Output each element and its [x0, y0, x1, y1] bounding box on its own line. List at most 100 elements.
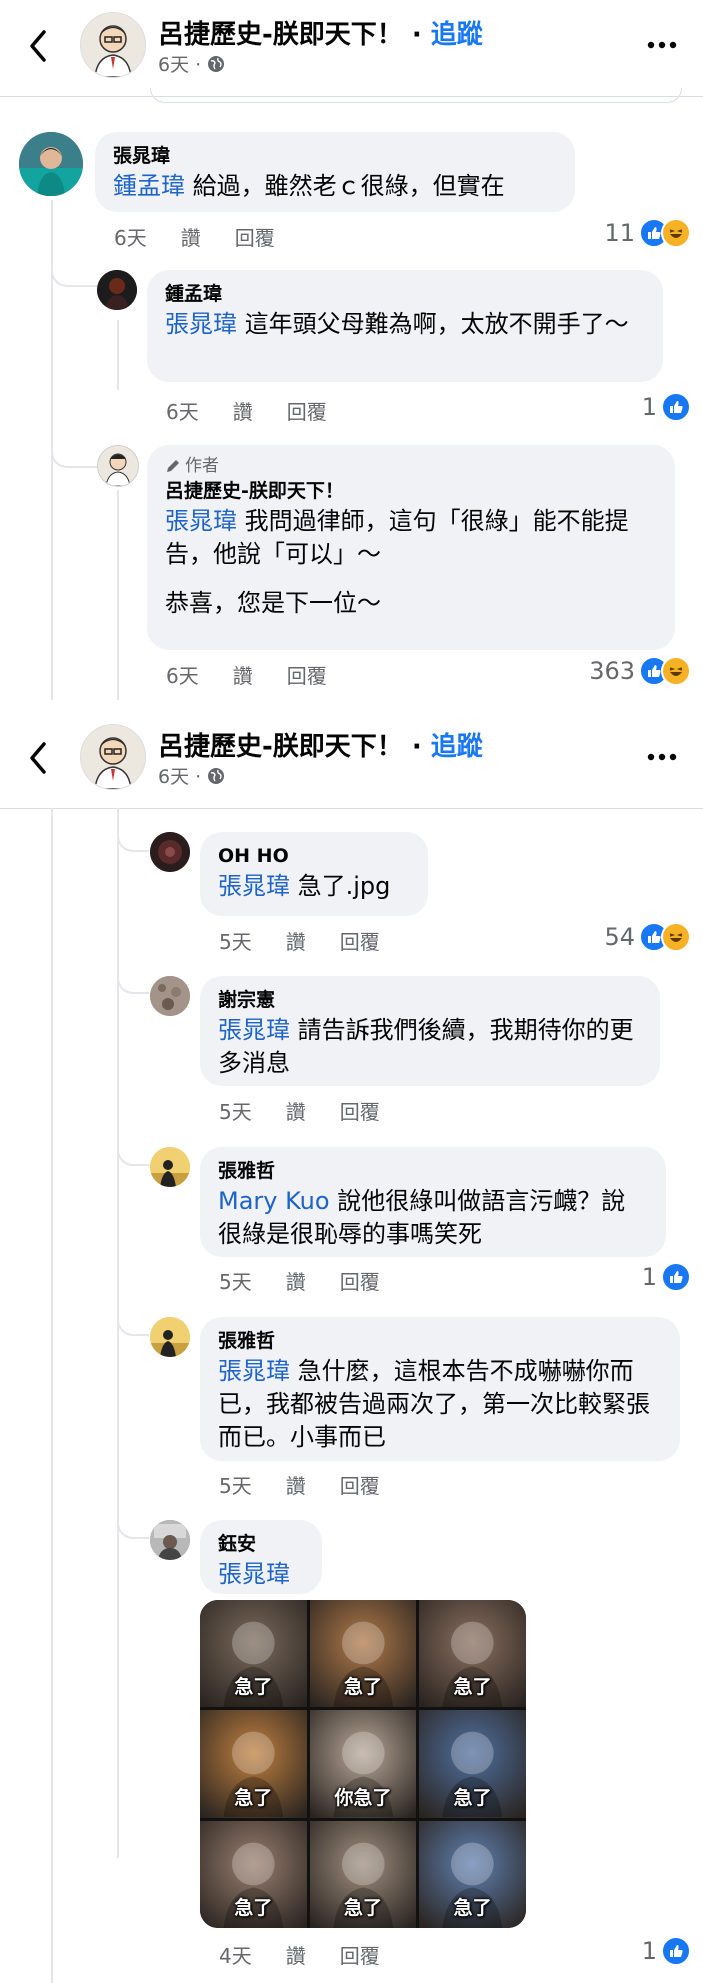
meme-panel: 急了 — [309, 1820, 417, 1928]
reply-button[interactable]: 回覆 — [287, 400, 327, 424]
avatar[interactable] — [150, 1520, 190, 1560]
reaction-count: 11 — [604, 219, 635, 247]
back-arrow-icon[interactable] — [24, 738, 52, 778]
globe-icon — [208, 56, 225, 72]
page-name[interactable]: 呂捷歷史-朕即天下！ — [158, 20, 403, 50]
meme-caption: 急了 — [453, 1897, 492, 1919]
comment-bubble: 張雅哲 Mary Kuo 說他很綠叫做語言污衊？說很綠是很恥辱的事嗎笑死 — [200, 1147, 666, 1257]
like-button[interactable]: 讚 — [286, 1100, 306, 1124]
mention-link[interactable]: 張晁瑋 — [218, 1560, 290, 1588]
meme-caption: 急了 — [234, 1897, 273, 1919]
comment-meta: 6天 讚 回覆 — [114, 222, 309, 251]
comment-time: 5天 — [219, 930, 252, 954]
reaction-summary[interactable]: 1 — [642, 392, 691, 422]
page-avatar[interactable] — [80, 724, 146, 790]
reaction-summary[interactable]: 1 — [642, 1936, 691, 1966]
mention-link[interactable]: 張晁瑋 — [218, 872, 290, 900]
comment-author[interactable]: 張雅哲 — [218, 1157, 648, 1185]
page-avatar[interactable] — [80, 12, 146, 78]
meme-image[interactable]: 急了 急了 急了 急了 你急了 急了 急了 急了 急了 — [200, 1600, 526, 1928]
avatar[interactable] — [97, 270, 137, 310]
like-reaction-icon — [661, 1262, 691, 1292]
back-arrow-icon[interactable] — [24, 26, 52, 66]
like-button[interactable]: 讚 — [233, 400, 253, 424]
comment-author[interactable]: 張晁瑋 — [113, 142, 557, 170]
like-button[interactable]: 讚 — [286, 1944, 306, 1968]
comment-time: 5天 — [219, 1100, 252, 1124]
comment-author[interactable]: 鍾孟瑋 — [165, 280, 645, 308]
follow-button[interactable]: 追蹤 — [431, 20, 483, 50]
reply-button[interactable]: 回覆 — [340, 1100, 380, 1124]
follow-button[interactable]: 追蹤 — [431, 732, 483, 762]
reply-button[interactable]: 回覆 — [340, 1944, 380, 1968]
mention-link[interactable]: 張晁瑋 — [218, 1016, 290, 1044]
meme-caption: 急了 — [343, 1897, 382, 1919]
reply-button[interactable]: 回覆 — [235, 226, 275, 250]
meme-caption: 急了 — [343, 1676, 382, 1699]
post-time: 6天 · — [158, 50, 225, 77]
comment-text: 張晁瑋 急什麼，這根本告不成嚇嚇你而已，我都被告過兩次了，第一次比較緊張而已。小… — [218, 1357, 650, 1451]
like-button[interactable]: 讚 — [286, 1474, 306, 1498]
more-options-icon[interactable] — [645, 742, 679, 772]
like-button[interactable]: 讚 — [286, 930, 306, 954]
thread-branch — [117, 1302, 149, 1336]
mention-link[interactable]: Mary Kuo — [218, 1187, 330, 1215]
reply-button[interactable]: 回覆 — [340, 930, 380, 954]
reaction-summary[interactable]: 54 — [604, 922, 691, 952]
comment-author[interactable]: 鈺安 — [218, 1530, 304, 1558]
reaction-count: 1 — [641, 393, 657, 421]
comment-time: 6天 — [166, 664, 199, 688]
page-name[interactable]: 呂捷歷史-朕即天下！ — [158, 732, 403, 762]
mention-link[interactable]: 張晁瑋 — [165, 507, 237, 535]
post-header: 呂捷歷史-朕即天下！ · 追蹤 6天 · — [0, 0, 703, 96]
comment-text: 張晁瑋 我問過律師，這句「很綠」能不能提告，他說「可以」～ — [165, 507, 629, 568]
avatar[interactable] — [150, 1317, 190, 1357]
thread-line — [117, 320, 119, 390]
comment-time: 6天 — [166, 400, 199, 424]
like-button[interactable]: 讚 — [286, 1270, 306, 1294]
pencil-icon — [167, 460, 179, 472]
avatar[interactable] — [150, 832, 190, 872]
avatar[interactable] — [150, 1147, 190, 1187]
comment-author[interactable]: 張雅哲 — [218, 1327, 662, 1355]
mention-link[interactable]: 張晁瑋 — [165, 310, 237, 338]
avatar[interactable] — [97, 445, 139, 487]
mention-link[interactable]: 張晁瑋 — [218, 1357, 290, 1385]
avatar[interactable] — [150, 976, 190, 1016]
comment-author[interactable]: 呂捷歷史-朕即天下！ — [165, 477, 657, 505]
thread-branch — [51, 255, 97, 287]
comment-author[interactable]: 謝宗憲 — [218, 986, 642, 1014]
reaction-summary[interactable]: 11 — [604, 218, 691, 248]
globe-icon — [208, 768, 225, 784]
meme-caption: 急了 — [234, 1786, 273, 1809]
thread-branch — [117, 1132, 149, 1166]
more-options-icon[interactable] — [645, 30, 679, 60]
meme-panel: 急了 — [200, 1820, 307, 1928]
comment-meta: 5天 讚 回覆 — [219, 1096, 414, 1125]
like-button[interactable]: 讚 — [181, 226, 201, 250]
avatar[interactable] — [19, 132, 83, 196]
comment-text: 張晁瑋 急了.jpg — [218, 872, 391, 900]
reply-button[interactable]: 回覆 — [287, 664, 327, 688]
reaction-summary[interactable]: 363 — [589, 656, 691, 686]
like-button[interactable]: 讚 — [233, 664, 253, 688]
comment-text: 鍾孟瑋 給過，雖然老ｃ很綠，但實在 — [113, 172, 505, 200]
meme-panel: 急了 — [200, 1710, 307, 1818]
reaction-count: 54 — [604, 923, 635, 951]
reaction-summary[interactable]: 1 — [642, 1262, 691, 1292]
meme-panel: 你急了 — [309, 1710, 417, 1818]
post-header: 呂捷歷史-朕即天下！ · 追蹤 6天 · — [0, 712, 703, 808]
like-reaction-icon — [661, 1936, 691, 1966]
thread-branch — [117, 960, 149, 994]
comment-bubble: 作者 呂捷歷史-朕即天下！ 張晁瑋 我問過律師，這句「很綠」能不能提告，他說「可… — [147, 445, 675, 650]
thread-branch — [117, 808, 149, 852]
comment-author[interactable]: OH HO — [218, 842, 410, 870]
comment-meta: 5天 讚 回覆 — [219, 1266, 414, 1295]
meme-caption: 急了 — [453, 1786, 492, 1809]
thread-branch — [51, 430, 97, 468]
mention-link[interactable]: 鍾孟瑋 — [113, 172, 185, 200]
reaction-count: 1 — [641, 1263, 657, 1291]
comment-meta: 6天 讚 回覆 — [166, 660, 361, 689]
reply-button[interactable]: 回覆 — [340, 1474, 380, 1498]
reply-button[interactable]: 回覆 — [340, 1270, 380, 1294]
